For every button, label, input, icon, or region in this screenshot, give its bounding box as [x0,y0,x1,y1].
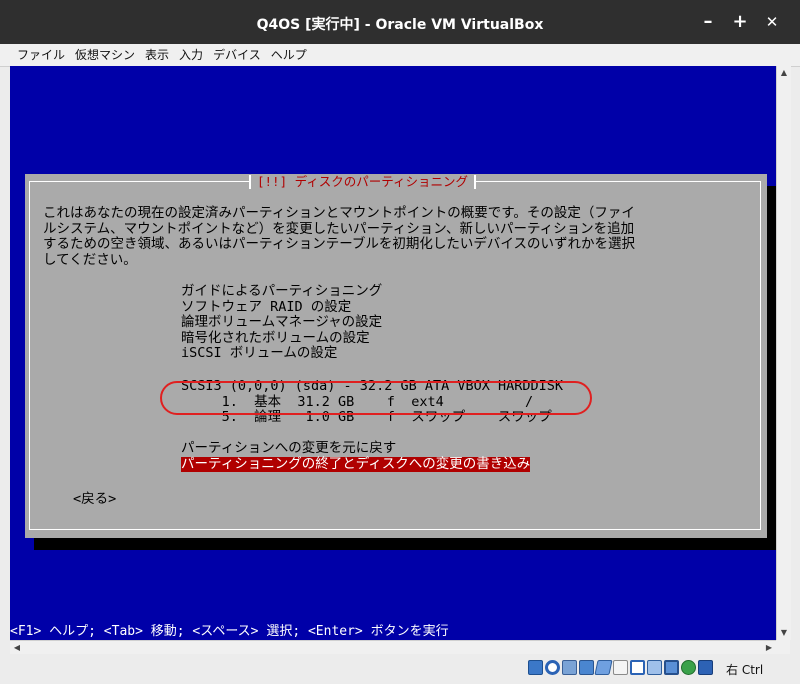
description-line: これはあなたの現在の設定済みパーティションとマウントポイントの概要です。その設定… [43,205,635,221]
device-icons [528,660,715,678]
option-guided-partitioning[interactable]: ガイドによるパーティショニング [181,283,382,300]
close-button[interactable]: ✕ [760,10,784,34]
menu-view[interactable]: 表示 [140,44,174,66]
scroll-left-icon[interactable]: ◀ [10,641,24,655]
option-encrypted-volumes[interactable]: 暗号化されたボリュームの設定 [181,330,382,347]
minimize-button[interactable]: – [696,10,720,34]
finish-and-write-option[interactable]: パーティショニングの終了とディスクへの変更の書き込み [181,456,531,472]
mouse-integration-icon[interactable] [681,660,696,675]
option-iscsi[interactable]: iSCSI ボリュームの設定 [181,345,382,362]
option-lvm[interactable]: 論理ボリュームマネージャの設定 [181,314,382,331]
video-capture-icon[interactable] [647,660,662,675]
partition-dialog: [!!] ディスクのパーティショニング これはあなたの現在の設定済みパーティショ… [25,174,767,538]
host-key-label: 右 Ctrl [726,663,764,677]
maximize-button[interactable]: + [728,10,752,34]
scroll-up-icon[interactable]: ▲ [777,66,791,80]
vm-screen[interactable]: [!!] ディスクのパーティショニング これはあなたの現在の設定済みパーティショ… [10,66,776,640]
dialog-description: これはあなたの現在の設定済みパーティションとマウントポイントの概要です。その設定… [43,205,635,268]
undo-changes-option[interactable]: パーティションへの変更を元に戻す [181,440,530,457]
description-line: してください。 [43,251,137,268]
menu-file[interactable]: ファイル [12,44,70,66]
cpu-icon[interactable] [664,660,679,675]
partition-options-list: ガイドによるパーティショニング ソフトウェア RAID の設定 論理ボリュームマネー… [181,283,382,362]
dialog-title: [!!] ディスクのパーティショニング [249,175,477,189]
statusbar: 右 Ctrl [0,654,800,684]
actions-list: パーティションへの変更を元に戻す パーティショニングの終了とディスクへの変更の書き… [181,440,531,472]
window-titlebar: Q4OS [実行中] - Oracle VM VirtualBox – + ✕ [0,0,800,44]
audio-icon[interactable] [562,660,577,675]
scroll-corner [776,640,790,654]
help-line: <F1> ヘルプ; <Tab> 移動; <スペース> 選択; <Enter> ボ… [10,624,776,640]
menubar: ファイル 仮想マシン 表示 入力 デバイス ヘルプ [0,44,800,67]
option-software-raid[interactable]: ソフトウェア RAID の設定 [181,299,382,316]
keyboard-icon[interactable] [698,660,713,675]
hard-disk-icon[interactable] [528,660,543,675]
highlight-ring [160,381,592,415]
description-line: するための空き領域、あるいはパーティションテーブルを初期化したいデバイスのいずれ… [43,236,635,252]
horizontal-scrollbar[interactable]: ◀ ▶ [10,640,776,655]
menu-help[interactable]: ヘルプ [266,44,312,66]
description-line: ルシステム、マウントポイントなど）を変更したいパーティション、新しいパーティショ… [43,220,635,237]
optical-drive-icon[interactable] [545,660,560,675]
network-icon[interactable] [579,660,594,675]
menu-machine[interactable]: 仮想マシン [70,44,140,66]
usb-icon[interactable] [594,660,613,675]
back-button[interactable]: <戻る> [73,491,116,508]
window-title: Q4OS [実行中] - Oracle VM VirtualBox [256,17,544,33]
shared-folders-icon[interactable] [613,660,628,675]
menu-devices[interactable]: デバイス [208,44,266,66]
display-icon[interactable] [630,660,645,675]
scroll-right-icon[interactable]: ▶ [762,641,776,655]
vertical-scrollbar[interactable]: ▲ ▼ [776,66,791,640]
scroll-down-icon[interactable]: ▼ [777,626,791,640]
menu-input[interactable]: 入力 [174,44,208,66]
